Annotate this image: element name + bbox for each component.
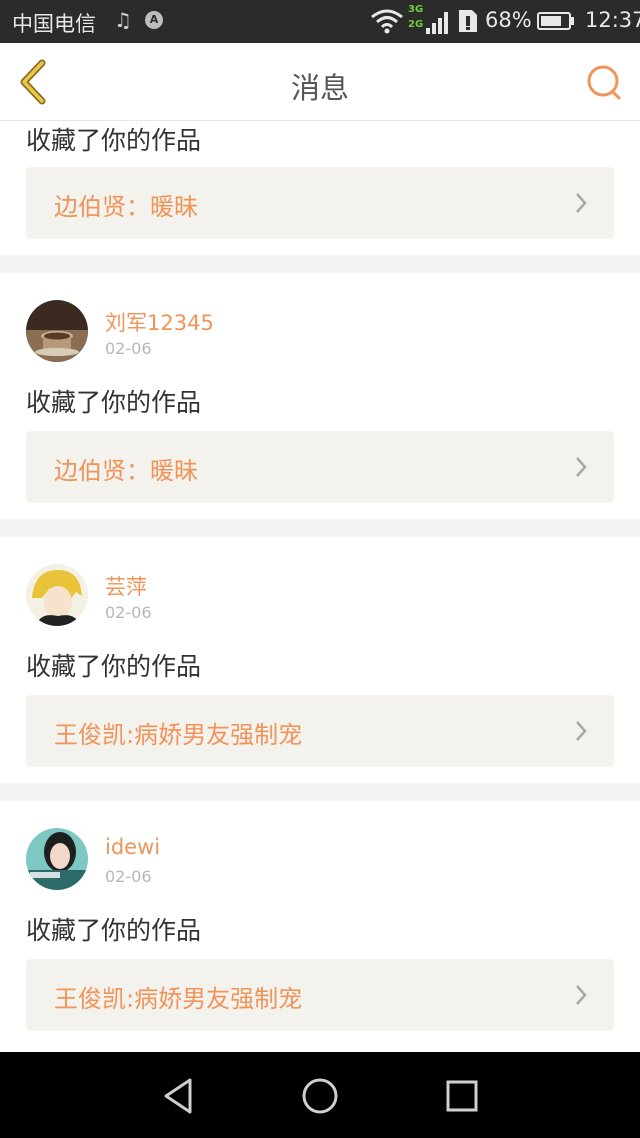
avatar[interactable] [26, 300, 88, 362]
battery-percent: 68% [485, 8, 532, 32]
app-notification-icon: A [145, 11, 163, 29]
message-card: 刘军12345 02-06 收藏了你的作品 边伯贤：暖昧 [0, 273, 640, 519]
recents-square-icon[interactable] [440, 1074, 484, 1118]
chevron-right-icon [576, 985, 587, 1005]
system-nav-bar [0, 1052, 640, 1138]
username[interactable]: 芸萍 [105, 571, 147, 601]
work-link[interactable]: 边伯贤：暖昧 [26, 431, 614, 503]
chevron-right-icon [576, 193, 587, 213]
network-3g-label: 3G [408, 4, 424, 15]
chevron-right-icon [576, 457, 587, 477]
work-title: 王俊凯:病娇男友强制宠 [54, 721, 303, 749]
work-link[interactable]: 边伯贤：暖昧 [26, 167, 614, 239]
chevron-right-icon [576, 721, 587, 741]
home-circle-icon[interactable] [298, 1074, 342, 1118]
coffee-cup-avatar-image [26, 300, 88, 362]
message-action-text: 收藏了你的作品 [26, 916, 202, 945]
message-action-text: 收藏了你的作品 [26, 126, 202, 155]
message-date: 02-06 [105, 867, 152, 886]
message-card: idewi 02-06 收藏了你的作品 王俊凯:病娇男友强制宠 [0, 801, 640, 1052]
signal-icon: 3G 2G [408, 4, 452, 36]
message-action-text: 收藏了你的作品 [26, 388, 202, 417]
app-header: 消息 [0, 43, 640, 121]
anime-avatar-image [26, 564, 88, 626]
sim-alert-icon [459, 10, 477, 32]
message-date: 02-06 [105, 603, 152, 622]
avatar[interactable] [26, 564, 88, 626]
carrier-label: 中国电信 [12, 12, 96, 36]
message-card: 收藏了你的作品 边伯贤：暖昧 [0, 121, 640, 255]
battery-icon [537, 12, 574, 30]
work-link[interactable]: 王俊凯:病娇男友强制宠 [26, 695, 614, 767]
username[interactable]: idewi [105, 835, 160, 859]
work-title: 边伯贤：暖昧 [54, 193, 198, 221]
page-title: 消息 [290, 71, 349, 105]
portrait-avatar-image [26, 828, 88, 890]
message-card: 芸萍 02-06 收藏了你的作品 王俊凯:病娇男友强制宠 [0, 537, 640, 783]
network-2g-label: 2G [408, 19, 424, 30]
work-title: 边伯贤：暖昧 [54, 457, 198, 485]
clock: 12:37 [585, 8, 640, 32]
avatar[interactable] [26, 828, 88, 890]
back-triangle-icon[interactable] [156, 1074, 200, 1118]
wifi-icon [371, 9, 403, 34]
work-title: 王俊凯:病娇男友强制宠 [54, 985, 303, 1013]
search-icon[interactable] [584, 63, 624, 103]
music-note-icon: ♫ [114, 8, 132, 32]
message-date: 02-06 [105, 339, 152, 358]
work-link[interactable]: 王俊凯:病娇男友强制宠 [26, 959, 614, 1031]
message-action-text: 收藏了你的作品 [26, 652, 202, 681]
username[interactable]: 刘军12345 [105, 307, 214, 337]
status-bar: 中国电信 ♫ A 3G 2G 68% 12:37 [0, 0, 640, 43]
